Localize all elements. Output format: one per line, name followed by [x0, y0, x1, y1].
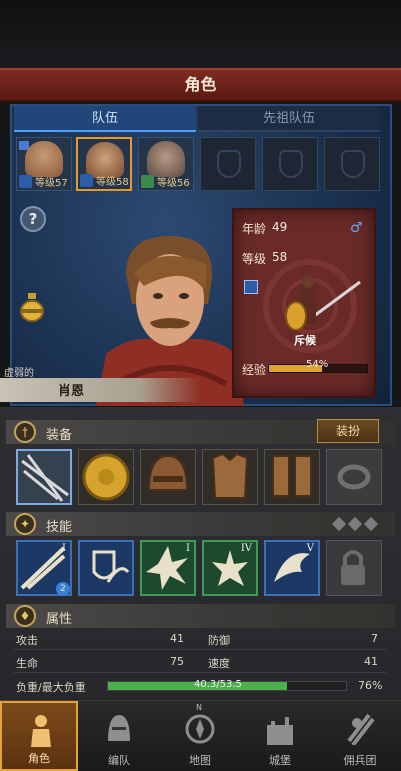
sword-class-icon — [80, 174, 93, 187]
nav-label: 城堡 — [269, 754, 291, 767]
attributes-title: 属性 — [46, 612, 73, 627]
help-button[interactable]: ? — [20, 206, 46, 232]
load-text: 40.3/53.5 — [194, 679, 242, 690]
nav-map[interactable]: N 地图 — [161, 701, 239, 771]
party-slot-empty[interactable] — [200, 137, 256, 191]
party-slot-empty[interactable] — [262, 137, 318, 191]
empty-helmet-icon — [341, 150, 365, 178]
skills-title: 技能 — [46, 520, 73, 535]
drop-section-icon: ♦ — [14, 605, 36, 627]
speed-value: 41 — [364, 655, 378, 668]
class-name: 斥候 — [294, 334, 316, 347]
empty-helmet-icon — [217, 150, 241, 178]
tab-party[interactable]: 队伍 — [14, 106, 196, 132]
hero-portrait-thumb — [25, 141, 63, 177]
castle-icon — [267, 717, 293, 745]
skill-rank: IV — [240, 543, 252, 554]
tab-ancestors[interactable]: 先祖队伍 — [198, 106, 380, 132]
armor-slot[interactable] — [202, 449, 258, 505]
skill-slot-1[interactable]: I 2 — [16, 540, 72, 596]
load-percent: 76% — [358, 679, 383, 692]
sword-class-icon — [19, 175, 32, 188]
helmet-nav-icon — [108, 715, 130, 741]
slot-level: 等级56 — [157, 178, 190, 189]
defense-value: 7 — [371, 632, 378, 645]
hero-portrait-thumb — [147, 141, 185, 177]
boots-slot[interactable] — [264, 449, 320, 505]
weapon-slot[interactable] — [16, 449, 72, 505]
nav-mercenary[interactable]: 佣兵团 — [321, 701, 399, 771]
slot-level: 等级57 — [35, 178, 68, 189]
sword-class-icon — [244, 280, 258, 294]
trait-label: 虚弱的 — [4, 368, 34, 379]
compass-icon — [185, 714, 215, 744]
shield-slot[interactable] — [78, 449, 134, 505]
speed-label: 速度 — [208, 657, 230, 670]
name-bar — [0, 378, 200, 402]
nav-castle[interactable]: 城堡 — [241, 701, 319, 771]
slot-level: 等级58 — [96, 177, 129, 188]
xp-text: 54% — [306, 359, 329, 370]
hero-name[interactable]: 肖恩 — [58, 380, 84, 399]
party-slot-empty[interactable] — [324, 137, 380, 191]
male-icon: ♂ — [350, 220, 363, 236]
skill-slot-5[interactable]: V — [264, 540, 320, 596]
compass-north: N — [196, 703, 202, 712]
mercenary-icon — [347, 713, 375, 745]
skill-slot-2[interactable] — [78, 540, 134, 596]
nav-label: 佣兵团 — [343, 754, 377, 767]
divider — [14, 672, 386, 673]
skill-rank: V — [306, 543, 314, 554]
attack-label: 攻击 — [16, 634, 38, 647]
sword-section-icon: † — [14, 421, 36, 443]
nav-label: 地图 — [189, 754, 211, 767]
party-slot-3[interactable]: 等级56 — [138, 137, 194, 191]
title-bar: 角色 — [0, 68, 401, 102]
knight-icon — [31, 715, 51, 747]
xp-label: 经验 — [242, 363, 267, 377]
skill-rank: I — [62, 543, 66, 554]
spear-class-icon — [141, 175, 154, 188]
hp-value: 75 — [170, 655, 184, 668]
skill-slot-locked[interactable] — [326, 540, 382, 596]
skill-rank: I — [186, 543, 190, 554]
party-slot-1[interactable]: 等级57 — [16, 137, 72, 191]
divider — [14, 649, 386, 650]
empty-helmet-icon — [279, 150, 303, 178]
nav-label: 编队 — [108, 754, 130, 767]
equipment-title: 装备 — [46, 428, 73, 443]
age-value: 49 — [272, 220, 288, 234]
star-section-icon: ✦ — [14, 513, 36, 535]
lock-icon — [341, 550, 365, 585]
load-label: 负重/最大负重 — [16, 681, 86, 694]
attack-value: 41 — [170, 632, 184, 645]
defense-label: 防御 — [208, 634, 230, 647]
page-title: 角色 — [184, 75, 217, 94]
helmet-slot[interactable] — [140, 449, 196, 505]
potion-icon[interactable] — [18, 292, 46, 322]
hp-label: 生命 — [16, 657, 38, 670]
ring-slot[interactable] — [326, 449, 382, 505]
top-bar — [0, 0, 401, 68]
level-label: 等级 — [242, 252, 267, 266]
nav-formation[interactable]: 编队 — [80, 701, 158, 771]
nav-character[interactable]: 角色 — [0, 701, 78, 771]
dress-up-button[interactable]: 装扮 — [317, 419, 379, 443]
skill-slot-4[interactable]: IV — [202, 540, 258, 596]
class-figure — [280, 276, 364, 340]
nav-label: 角色 — [28, 752, 50, 765]
age-label: 年龄 — [242, 222, 267, 236]
party-slot-2[interactable]: 等级58 — [76, 137, 132, 191]
skill-slot-3[interactable]: I — [140, 540, 196, 596]
skill-count-badge: 2 — [56, 582, 70, 596]
level-value: 58 — [272, 250, 288, 264]
